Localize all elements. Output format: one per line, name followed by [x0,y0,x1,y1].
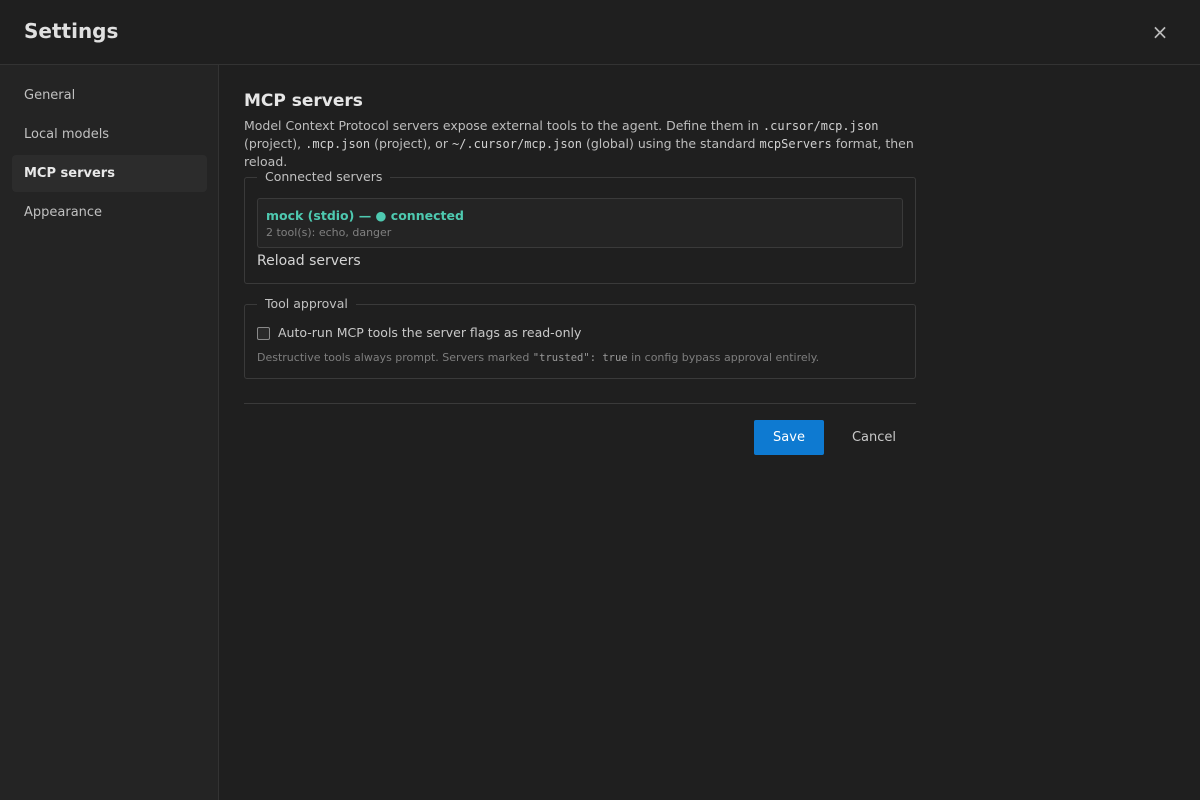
connected-servers-group: Connected servers mock (stdio) — ● conne… [244,169,916,284]
settings-sidebar: General Local models MCP servers Appeara… [0,65,219,800]
tool-approval-legend: Tool approval [257,296,356,312]
desc-text: (global) using the standard [582,136,760,151]
sidebar-item-mcp-servers[interactable]: MCP servers [12,155,207,192]
sidebar-item-appearance[interactable]: Appearance [12,194,207,231]
settings-main: MCP servers Model Context Protocol serve… [220,65,1200,800]
tool-approval-group: Tool approval Auto-run MCP tools the ser… [244,296,916,379]
server-card: mock (stdio) — ● connected 2 tool(s): ec… [257,198,903,248]
note-text: Destructive tools always prompt. Servers… [257,351,533,364]
desc-text: (project), or [370,136,452,151]
server-name-status: mock (stdio) — ● connected [266,208,464,223]
note-code-trusted: "trusted": true [532,352,628,364]
auto-run-checkbox[interactable] [257,327,270,340]
note-text: in config bypass approval entirely. [627,351,820,364]
desc-code-mcp-json: .mcp.json [305,137,371,151]
settings-title: Settings [24,19,119,43]
reload-servers-button[interactable]: Reload servers [257,253,361,269]
approval-note: Destructive tools always prompt. Servers… [257,351,819,364]
sidebar-item-local-models[interactable]: Local models [12,116,207,153]
actions-divider [244,403,916,404]
close-icon[interactable]: × [1150,20,1170,44]
desc-code-mcpservers: mcpServers [759,137,832,151]
auto-run-checkbox-label[interactable]: Auto-run MCP tools the server flags as r… [278,325,581,340]
desc-text: Model Context Protocol servers expose ex… [244,118,763,133]
desc-text: (project), [244,136,306,151]
save-button[interactable]: Save [754,420,824,455]
desc-code-project-path: .cursor/mcp.json [762,119,879,133]
cancel-button[interactable]: Cancel [840,420,908,455]
connected-servers-legend: Connected servers [257,169,391,185]
mcp-description: Model Context Protocol servers expose ex… [244,117,924,171]
server-tools-list: 2 tool(s): echo, danger [266,226,392,239]
desc-code-global-path: ~/.cursor/mcp.json [451,137,582,151]
settings-header: Settings × [0,0,1200,65]
sidebar-item-general[interactable]: General [12,77,207,114]
page-title: MCP servers [244,91,363,111]
